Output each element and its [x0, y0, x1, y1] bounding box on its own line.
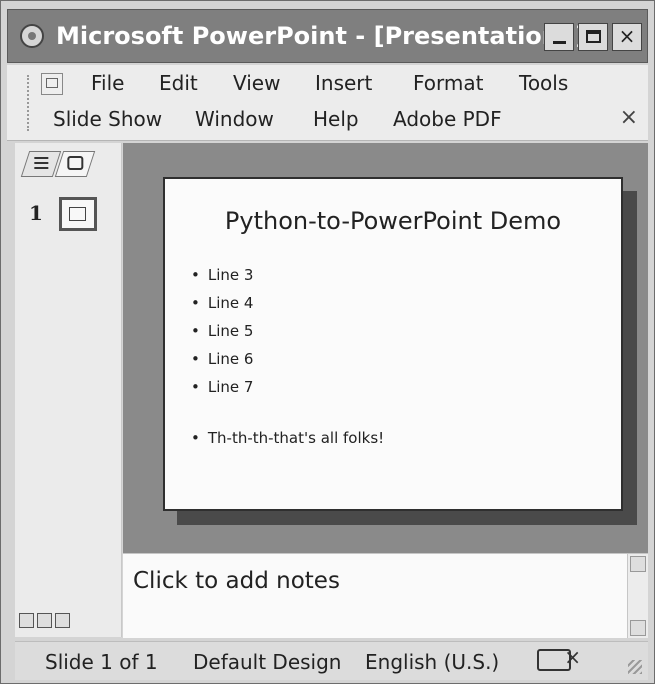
- window-title: Microsoft PowerPoint - [Presentation1]: [56, 22, 587, 50]
- menu-bar: File Edit View Insert Format Tools Slide…: [7, 65, 648, 141]
- bullet-list[interactable]: Line 3 Line 4 Line 5 Line 6 Line 7: [191, 261, 254, 401]
- menu-edit[interactable]: Edit: [159, 71, 198, 95]
- slide-sorter-view-button[interactable]: [37, 613, 52, 628]
- menu-slide-show[interactable]: Slide Show: [53, 107, 162, 131]
- outline-icon: [34, 157, 49, 169]
- close-button[interactable]: ×: [612, 23, 642, 51]
- slide-title[interactable]: Python-to-PowerPoint Demo: [165, 207, 621, 235]
- maximize-button[interactable]: [578, 23, 608, 51]
- menu-window[interactable]: Window: [195, 107, 274, 131]
- title-bar: Microsoft PowerPoint - [Presentation1] ×: [7, 9, 648, 63]
- status-slide: Slide 1 of 1: [45, 650, 158, 674]
- window-controls: ×: [544, 23, 642, 51]
- normal-view-button[interactable]: [19, 613, 34, 628]
- slides-pane: 1: [15, 143, 122, 637]
- slide-number: 1: [29, 201, 43, 225]
- menu-file[interactable]: File: [91, 71, 124, 95]
- status-language: English (U.S.): [365, 650, 500, 674]
- bullet-line-5[interactable]: Line 5: [191, 317, 254, 345]
- status-design: Default Design: [193, 650, 342, 674]
- slides-icon: [67, 156, 84, 170]
- notes-placeholder[interactable]: Click to add notes: [133, 568, 340, 594]
- menu-tools[interactable]: Tools: [519, 71, 568, 95]
- powerpoint-window: Microsoft PowerPoint - [Presentation1] ×…: [0, 0, 655, 684]
- bullet-line-4[interactable]: Line 4: [191, 289, 254, 317]
- notes-scrollbar[interactable]: [627, 554, 648, 638]
- bullet-line-3[interactable]: Line 3: [191, 261, 254, 289]
- slide-show-view-button[interactable]: [55, 613, 70, 628]
- slide-canvas[interactable]: Python-to-PowerPoint Demo Line 3 Line 4 …: [163, 177, 623, 511]
- status-bar: Slide 1 of 1 Default Design English (U.S…: [15, 641, 648, 680]
- powerpoint-icon: [20, 24, 44, 48]
- slide-thumbnail[interactable]: [59, 197, 97, 231]
- spellcheck-icon[interactable]: [537, 645, 581, 671]
- menu-view[interactable]: View: [233, 71, 280, 95]
- bullet-line-6[interactable]: Line 6: [191, 345, 254, 373]
- toolbar-close-icon[interactable]: ×: [620, 105, 638, 130]
- view-buttons: [19, 613, 70, 628]
- scroll-up-button[interactable]: [630, 556, 646, 572]
- minimize-button[interactable]: [544, 23, 574, 51]
- final-bullet[interactable]: Th-th-th-that's all folks!: [191, 429, 384, 447]
- menu-help[interactable]: Help: [313, 107, 359, 131]
- toolbar-grip[interactable]: [27, 75, 32, 131]
- tab-slides[interactable]: [54, 151, 96, 177]
- menu-insert[interactable]: Insert: [315, 71, 372, 95]
- scroll-down-button[interactable]: [630, 620, 646, 636]
- notes-pane[interactable]: Click to add notes: [123, 553, 648, 638]
- menu-adobe-pdf[interactable]: Adobe PDF: [393, 107, 502, 131]
- menu-format[interactable]: Format: [413, 71, 483, 95]
- resize-grip-icon[interactable]: [628, 660, 642, 674]
- bullet-line-7[interactable]: Line 7: [191, 373, 254, 401]
- document-icon[interactable]: [41, 73, 63, 95]
